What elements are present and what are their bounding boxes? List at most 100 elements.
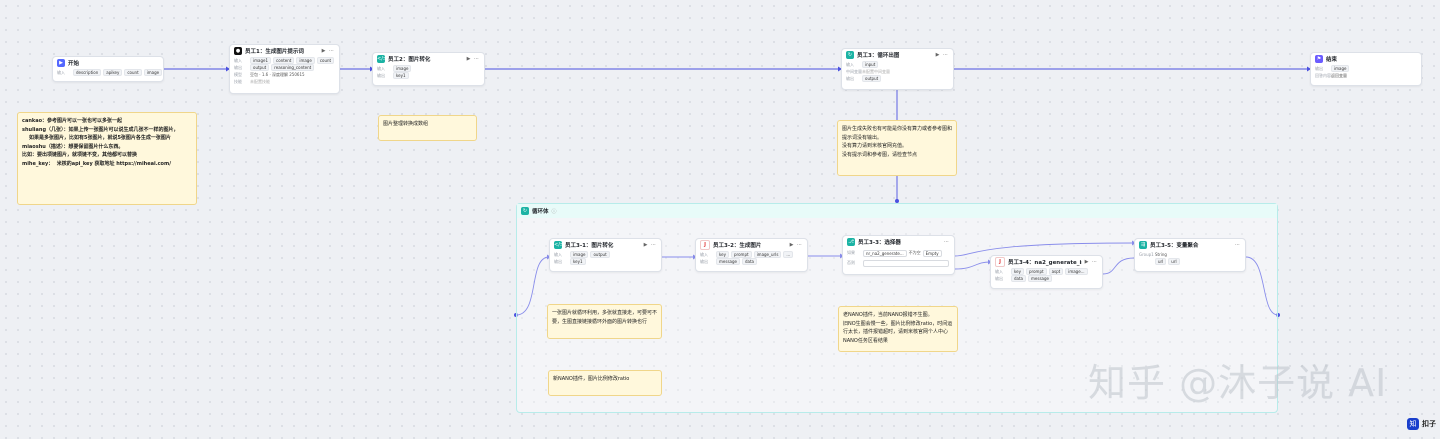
var-chip: image (570, 251, 589, 258)
else-label: 否则 (847, 260, 855, 265)
note-line: mihe_key： 米核的api_key 获取地址 https://miheai… (22, 160, 172, 167)
loop-icon: ↻ (521, 207, 529, 215)
note-line: 图片整理转换成数组 (383, 121, 429, 127)
else-branch[interactable] (863, 259, 949, 267)
var-chip: image (143, 69, 163, 76)
answer-label: 回答内容 (1315, 72, 1331, 78)
more-icon[interactable]: ⋯ (1235, 242, 1241, 248)
note-line: shuliang（几张）：如果上传一张图片可以说生成几张不一样的图片， (22, 126, 179, 133)
var-chip: message (716, 258, 740, 265)
note-line: 如果是多张图片，比如有5张图片，就说5张图片各生成一张图片 (22, 135, 171, 141)
var-chip: content (273, 57, 295, 64)
note-line: cankao：参考图片可以一张也可以多张一起 (22, 118, 123, 124)
inputs-label: 输入 (377, 65, 385, 71)
var-chip: prompt (1026, 268, 1047, 275)
group-label: Group1 (1139, 252, 1154, 257)
run-icon[interactable]: ▶ ⋯ (644, 242, 657, 248)
emp34-node[interactable]: J 员工3-4：na2_generate_im... ▶ ⋯ 输入 key pr… (990, 255, 1103, 289)
var-chip: data (1011, 275, 1027, 282)
outputs-label: 输出 (995, 275, 1003, 281)
emp32-node[interactable]: J 员工3-2：生成图片 ▶ ⋯ 输入 key prompt image_url… (695, 238, 808, 272)
var-chip: url (1168, 258, 1180, 265)
note-new-nano[interactable]: 新NANO插件，图片比例修改ratio (548, 370, 662, 396)
var-chip: image (296, 57, 315, 64)
run-icon[interactable]: ▶ ⋯ (1085, 259, 1098, 265)
var-chip: prompt (731, 251, 752, 258)
watermark: 知乎 @沐子说 AI (1088, 361, 1388, 405)
code-icon: </> (377, 55, 388, 63)
note-line: miaoshu（描述）：想要保留图片什么东西。 (22, 143, 124, 150)
note-line: 老NANO插件，当前NANO报错不生图。 (843, 312, 933, 318)
info-icon[interactable]: ⓘ (552, 208, 557, 215)
answer-value: 返回变量 (1331, 72, 1347, 78)
node-title: 员工3-5：变量聚合 (1150, 243, 1199, 249)
note-failure[interactable]: 图片生成失败也有可能是你没有算力或者参考图和提示词没有输出。 没有算力请到米核官… (837, 120, 957, 176)
play-icon: ▶ (57, 59, 65, 67)
var-chip: data (741, 258, 757, 265)
plugin-icon: J (995, 257, 1005, 267)
aggregate-icon: ⇶ (1139, 241, 1147, 249)
inputs-label: 输入 (995, 268, 1003, 274)
outputs-label: 输出 (377, 72, 385, 78)
var-chip: key1 (393, 72, 409, 79)
note-loop-reuse[interactable]: 一张图片就循环利用，多张就直接走，可要可不要，生图直接链接循环外面的图片转换也行 (547, 304, 662, 339)
var-chip: image (393, 65, 412, 72)
more-icon[interactable]: ⋯ (944, 239, 950, 245)
note-line: 比如：要出项链图片，就项链不变，其他都可以替换 (22, 152, 138, 158)
run-icon[interactable]: ▶ ⋯ (322, 48, 335, 54)
node-title: 员工3：循环出图 (857, 53, 900, 59)
mid-label: 中间变量 (846, 68, 862, 74)
var-chip: aspt (1048, 268, 1064, 275)
outputs-label: 输出 (700, 258, 708, 264)
emp2-node[interactable]: </> 员工2：图片转化 ▶ ⋯ 输入 image 输出 key1 (372, 52, 485, 86)
var-chip: key (1011, 268, 1025, 275)
inputs-label: 输入 (846, 61, 854, 67)
run-icon[interactable]: ▶ ⋯ (467, 56, 480, 62)
node-title: 员工3-4：na2_generate_im... (1008, 260, 1082, 266)
var-chip: reasoning_content (271, 64, 315, 71)
model-name: 豆包 · 1.6 · 深度理解 250615 (250, 71, 305, 77)
run-icon[interactable]: ▶ ⋯ (936, 52, 949, 58)
var-chip: key (716, 251, 730, 258)
var-chip: image1 (250, 57, 272, 64)
note-instructions[interactable]: cankao：参考图片可以一张也可以多张一起 shuliang（几张）：如果上传… (17, 112, 197, 205)
emp31-node[interactable]: </> 员工3-1：图片转化 ▶ ⋯ 输入 image output 输出 ke… (549, 238, 662, 272)
node-title: 员工2：图片转化 (388, 57, 431, 63)
skill-value: 未配置技能 (250, 78, 270, 84)
condition-variable[interactable]: nr_na2_generate... (863, 249, 907, 257)
condition-operator[interactable]: 不为空 (909, 250, 921, 256)
var-chip: output (250, 64, 270, 71)
var-chip: output (590, 251, 610, 258)
node-title: 员工3-1：图片转化 (565, 243, 614, 249)
flag-icon: ⚑ (1315, 55, 1323, 63)
black-model-icon: ● (234, 47, 242, 55)
note-line: 没有提示词和参考图，请检查节点 (842, 151, 918, 158)
outputs-label: 输出 (554, 258, 562, 264)
outputs-label: 输出 (1315, 65, 1323, 71)
start-node[interactable]: ▶ 开始 输入 description apikey count image (52, 56, 164, 82)
note-line: 旧NO生图会慢一些，图片比例修改ratio，时间运行太长，插件报错超时，请到米核… (843, 320, 953, 344)
var-chip: ... (783, 251, 794, 258)
inputs-label: 输入 (700, 251, 708, 257)
mid-value: 未配置中间变量 (862, 68, 890, 74)
var-chip: count (316, 57, 335, 64)
end-node[interactable]: ⚑ 结束 输出 image 回答内容 返回变量 (1310, 52, 1422, 86)
var-chip: apikey (103, 69, 123, 76)
emp1-node[interactable]: ● 员工1：生成图片提示词 ▶ ⋯ 输入 image1 content imag… (229, 44, 340, 94)
emp3-node[interactable]: ↻ 员工3：循环出图 ▶ ⋯ 输入 input 中间变量 未配置中间变量 输出 … (841, 48, 954, 90)
inputs-label: 输入 (234, 57, 242, 63)
selector-icon: ⎇ (847, 238, 855, 246)
inputs-label: 输入 (57, 69, 65, 75)
note-old-nano[interactable]: 老NANO插件，当前NANO报错不生图。 旧NO生图会慢一些，图片比例修改rat… (838, 306, 958, 352)
var-chip: message (1028, 275, 1052, 282)
emp33-node[interactable]: ⎇ 员工3-3：选择器 ⋯ 如果 nr_na2_generate... 不为空 … (842, 235, 955, 275)
node-title: 员工3-2：生成图片 (713, 243, 762, 249)
condition-value[interactable]: Empty (922, 249, 942, 257)
var-chip: count (124, 69, 142, 76)
brand-logo[interactable]: 知 扣子 (1407, 418, 1436, 430)
emp35-node[interactable]: ⇶ 员工3-5：变量聚合 ⋯ Group1 String url url (1134, 238, 1246, 272)
run-icon[interactable]: ▶ ⋯ (790, 242, 803, 248)
code-icon: </> (554, 241, 565, 249)
note-array[interactable]: 图片整理转换成数组 (378, 115, 477, 141)
var-chip: output (862, 75, 882, 82)
